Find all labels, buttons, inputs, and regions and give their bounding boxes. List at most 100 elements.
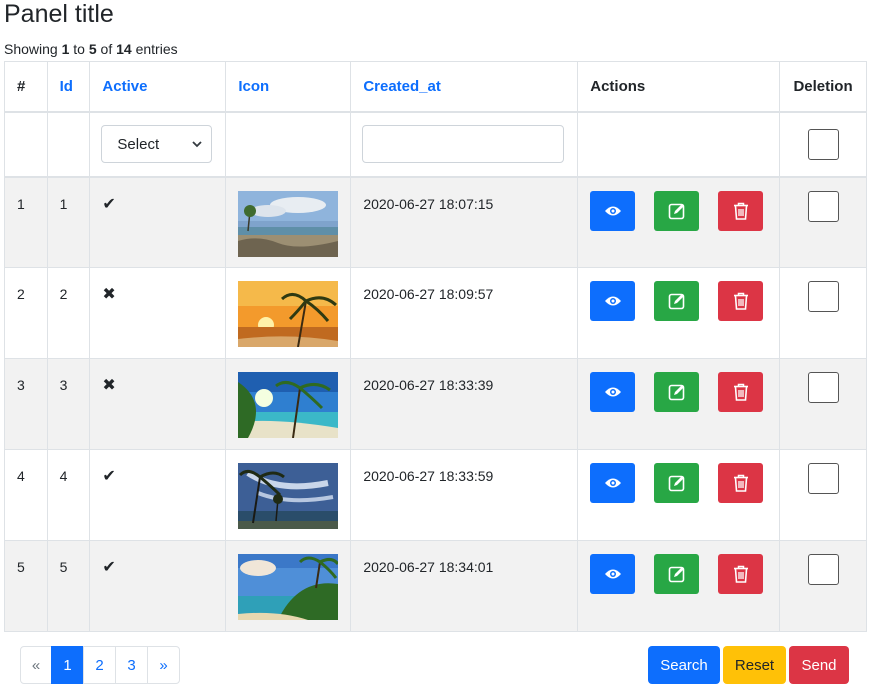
header-num: #: [4, 61, 48, 113]
cell-num: 5: [4, 540, 48, 632]
eye-icon: [604, 296, 621, 306]
select-all-checkbox[interactable]: [807, 128, 839, 160]
delete-button[interactable]: [718, 463, 764, 503]
view-button[interactable]: [590, 372, 636, 412]
active-status-icon: ✔: [102, 468, 116, 485]
info-total: 14: [116, 41, 132, 57]
delete-button[interactable]: [718, 554, 764, 594]
active-filter-select[interactable]: Select: [101, 125, 213, 163]
active-status-icon: ✖: [102, 377, 116, 394]
cell-num: 2: [4, 267, 48, 359]
pagination-next[interactable]: »: [147, 646, 180, 684]
row-deletion-checkbox[interactable]: [807, 554, 839, 585]
trash-icon: [733, 383, 748, 401]
edit-icon: [668, 566, 685, 583]
cell-created-at: 2020-06-27 18:09:57: [350, 267, 579, 359]
info-prefix: Showing: [4, 41, 58, 57]
view-button[interactable]: [590, 190, 636, 231]
cell-id: 5: [46, 540, 91, 632]
pagination-page-3[interactable]: 3: [115, 646, 148, 684]
edit-icon: [668, 293, 685, 310]
header-id[interactable]: Id: [46, 61, 91, 113]
row-deletion-checkbox[interactable]: [807, 281, 839, 312]
delete-button[interactable]: [718, 281, 764, 321]
pagination-page-2[interactable]: 2: [83, 646, 116, 684]
active-status-icon: ✖: [102, 286, 116, 303]
trash-icon: [733, 474, 748, 492]
header-row: # Id Active Icon Created_at Actions Dele…: [4, 61, 867, 113]
row-deletion-checkbox[interactable]: [807, 190, 839, 222]
cell-id: 2: [46, 267, 91, 359]
data-table: # Id Active Icon Created_at Actions Dele…: [4, 61, 867, 632]
edit-button[interactable]: [654, 372, 700, 412]
cell-created-at: 2020-06-27 18:07:15: [350, 176, 579, 268]
cell-id: 4: [46, 449, 91, 541]
active-status-icon: ✔: [102, 559, 116, 576]
cell-created-at: 2020-06-27 18:34:01: [350, 540, 579, 632]
info-of: of: [100, 41, 113, 57]
palm-cloudy-sky-image: [238, 463, 339, 529]
panel-title: Panel title: [4, 0, 114, 28]
info-suffix: entries: [135, 41, 178, 57]
edit-icon: [668, 384, 685, 401]
cell-created-at: 2020-06-27 18:33:39: [350, 358, 579, 450]
header-deletion: Deletion: [779, 61, 867, 113]
beach-rocky-shore-image: [238, 190, 339, 257]
view-button[interactable]: [590, 463, 636, 503]
row-actions: [590, 190, 767, 231]
send-button[interactable]: Send: [789, 646, 849, 684]
entries-info: Showing 1 to 5 of 14 entries: [4, 41, 178, 58]
trash-icon: [733, 292, 748, 310]
header-active[interactable]: Active: [89, 61, 227, 113]
table-row: 4 4 ✔ 2020-06-27 18:33:59: [4, 449, 867, 541]
edit-button[interactable]: [654, 190, 700, 231]
reset-button[interactable]: Reset: [723, 646, 786, 684]
row-actions: [590, 463, 767, 503]
search-button[interactable]: Search: [648, 646, 720, 684]
row-actions: [590, 281, 767, 321]
trash-icon: [733, 202, 748, 220]
cell-num: 3: [4, 358, 48, 450]
eye-icon: [604, 387, 621, 397]
header-icon[interactable]: Icon: [225, 61, 352, 113]
palm-sunset-image: [238, 281, 339, 347]
table-row: 2 2 ✖ 2020-06-27 18:09:57: [4, 267, 867, 359]
row-deletion-checkbox[interactable]: [807, 463, 839, 494]
edit-icon: [668, 203, 685, 219]
cell-num: 1: [4, 176, 48, 268]
edit-button[interactable]: [654, 554, 700, 594]
row-deletion-checkbox[interactable]: [807, 372, 839, 403]
table-row: 5 5 ✔ 2020-06-27 18:34:01: [4, 540, 867, 632]
info-to: to: [73, 41, 85, 57]
chevron-down-icon: [192, 141, 203, 148]
row-actions: [590, 372, 767, 412]
edit-button[interactable]: [654, 281, 700, 321]
green-hill-bay-image: [238, 554, 339, 620]
view-button[interactable]: [590, 281, 636, 321]
edit-button[interactable]: [654, 463, 700, 503]
active-filter-select-value: Select: [117, 135, 160, 153]
info-start: 1: [61, 41, 70, 57]
cell-id: 3: [46, 358, 91, 450]
pagination-prev[interactable]: «: [20, 646, 52, 684]
delete-button[interactable]: [718, 190, 764, 231]
edit-icon: [668, 475, 685, 492]
table-row: 1 1 ✔ 2020-06-27 18:07:15: [4, 176, 867, 268]
cell-id: 1: [46, 176, 91, 268]
pagination-page-1[interactable]: 1: [51, 646, 84, 684]
trash-icon: [733, 565, 748, 583]
cell-num: 4: [4, 449, 48, 541]
table-row: 3 3 ✖ 2020-06-27 18:33:39: [4, 358, 867, 450]
cell-created-at: 2020-06-27 18:33:59: [350, 449, 579, 541]
filter-row: Select: [4, 111, 867, 178]
pagination: « 1 2 3 »: [20, 646, 180, 684]
tropical-beach-sun-image: [238, 372, 339, 438]
eye-icon: [604, 569, 621, 579]
header-actions: Actions: [577, 61, 781, 113]
created-at-filter-input[interactable]: [362, 125, 565, 163]
eye-icon: [604, 206, 621, 215]
view-button[interactable]: [590, 554, 636, 594]
delete-button[interactable]: [718, 372, 764, 412]
row-actions: [590, 554, 767, 594]
header-created-at[interactable]: Created_at: [350, 61, 579, 113]
